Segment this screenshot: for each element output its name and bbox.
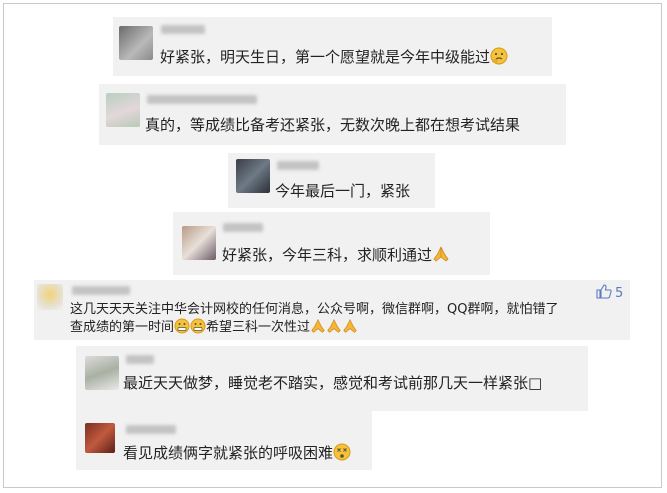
- comment-card-7: 看见成绩俩字就紧张的呼吸困难: [76, 411, 372, 470]
- username-blurred: [72, 286, 130, 295]
- comment-card-6: 最近天天做梦，睡觉老不踏实，感觉和考试前那几天一样紧张□: [76, 346, 588, 411]
- comment-text-content: 这几天天天关注中华会计网校的任何消息，公众号啊，微信群啊，QQ群啊，就怕错了: [70, 302, 559, 317]
- avatar: [85, 423, 115, 453]
- comment-text-line-1: 这几天天天关注中华会计网校的任何消息，公众号啊，微信群啊，QQ群啊，就怕错了: [70, 300, 558, 320]
- username-blurred: [126, 355, 154, 364]
- avatar: [236, 159, 270, 193]
- avatar: [85, 356, 119, 390]
- thumbs-up-icon: [596, 284, 612, 303]
- grimacing-face-icon: [174, 318, 190, 341]
- grimacing-face-icon: [190, 318, 206, 341]
- comment-card-1: 好紧张，明天生日，第一个愿望就是今年中级能过: [113, 17, 552, 76]
- avatar: [119, 26, 153, 60]
- avatar: [182, 226, 216, 260]
- username-blurred: [147, 95, 257, 104]
- username-blurred: [223, 223, 263, 232]
- comment-text-content: 好紧张，今年三科，求顺利通过: [222, 246, 433, 264]
- comment-text-content: 希望三科一次性过: [206, 320, 311, 335]
- folded-hands-icon: [310, 318, 326, 341]
- comment-text-content: 最近天天做梦，睡觉老不踏实，感觉和考试前那几天一样紧张□: [123, 374, 543, 392]
- thinking-face-icon: [490, 47, 508, 70]
- like-number: 5: [615, 286, 624, 301]
- comment-text: 真的，等成绩比备考还紧张，无数次晚上都在想考试结果: [145, 115, 520, 135]
- comment-text-content: 真的，等成绩比备考还紧张，无数次晚上都在想考试结果: [145, 116, 521, 134]
- comment-text: 好紧张，今年三科，求顺利通过: [222, 245, 450, 268]
- comment-text: 好紧张，明天生日，第一个愿望就是今年中级能过: [160, 47, 508, 70]
- folded-hands-icon: [342, 318, 358, 341]
- username-blurred: [126, 425, 176, 434]
- comment-card-2: 真的，等成绩比备考还紧张，无数次晚上都在想考试结果: [99, 84, 566, 145]
- avatar: [37, 284, 63, 310]
- like-count[interactable]: 5: [596, 284, 623, 303]
- username-blurred: [277, 161, 319, 170]
- comment-text: 最近天天做梦，睡觉老不踏实，感觉和考试前那几天一样紧张□: [123, 373, 542, 393]
- dizzy-face-icon: [333, 443, 351, 466]
- username-blurred: [161, 25, 205, 34]
- comment-text: 今年最后一门，紧张: [275, 181, 410, 201]
- comment-text-content: 今年最后一门，紧张: [275, 182, 411, 200]
- comment-card-4: 好紧张，今年三科，求顺利通过: [173, 212, 490, 275]
- comment-card-5: 5 这几天天天关注中华会计网校的任何消息，公众号啊，微信群啊，QQ群啊，就怕错了…: [34, 280, 630, 340]
- comment-text-content: 看见成绩俩字就紧张的呼吸困难: [123, 444, 334, 462]
- avatar: [106, 93, 140, 127]
- comment-text-content: 查成绩的第一时间: [70, 320, 175, 335]
- comment-card-3: 今年最后一门，紧张: [228, 153, 435, 208]
- comment-text-content: 好紧张，明天生日，第一个愿望就是今年中级能过: [160, 48, 491, 66]
- folded-hands-icon: [432, 245, 450, 268]
- comment-text: 看见成绩俩字就紧张的呼吸困难: [123, 443, 351, 466]
- folded-hands-icon: [326, 318, 342, 341]
- comment-text-line-2: 查成绩的第一时间 希望三科一次性过: [70, 318, 358, 341]
